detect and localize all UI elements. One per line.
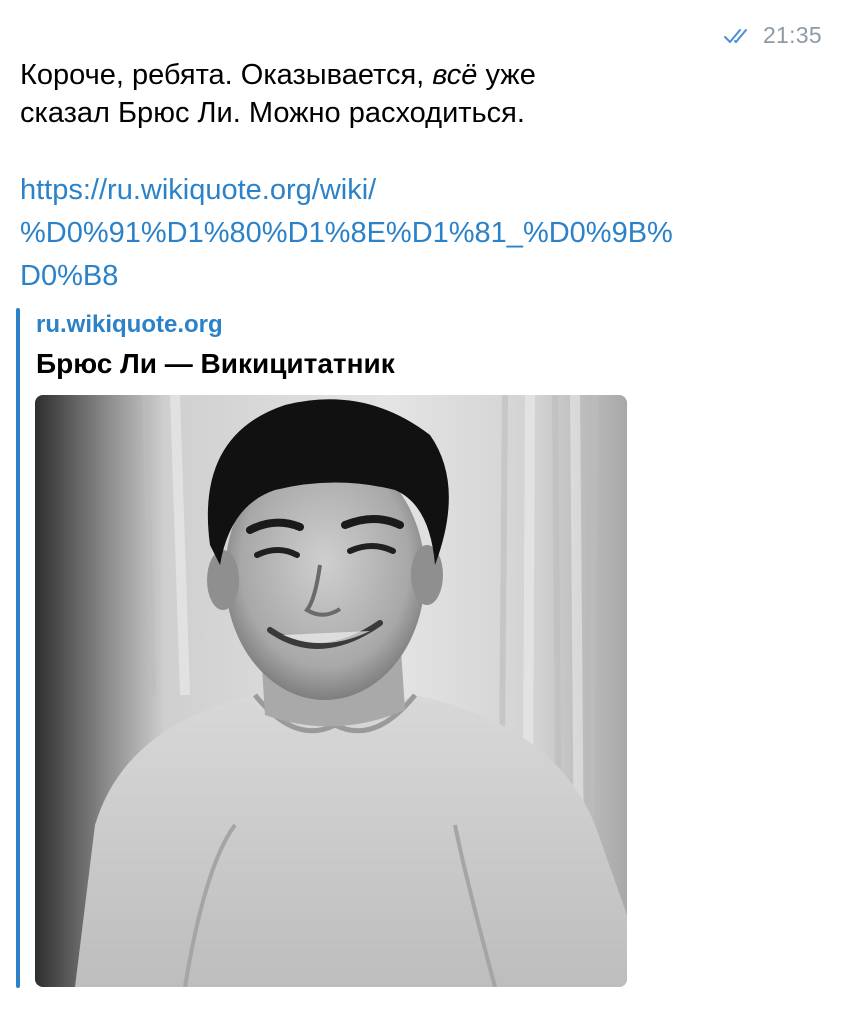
- message-text-start: Короче, ребята. Оказывается,: [20, 59, 433, 91]
- link-line-1: https://ru.wikiquote.org/wiki/: [20, 174, 377, 206]
- preview-accent-bar: [16, 308, 20, 988]
- message-text-italic: всё: [432, 59, 478, 91]
- message-text-line-2: сказал Брюс Ли. Можно расходиться.: [20, 97, 525, 129]
- message-text-line-1: Короче, ребята. Оказывается, всё уже: [20, 56, 536, 94]
- portrait-photo: [35, 395, 627, 987]
- preview-site-name: ru.wikiquote.org: [36, 311, 223, 338]
- preview-title: Брюс Ли — Викицитатник: [36, 348, 395, 379]
- double-check-icon: [723, 28, 747, 43]
- preview-image[interactable]: [35, 395, 627, 987]
- link-preview[interactable]: ru.wikiquote.org Брюс Ли — Викицитатник: [16, 308, 636, 988]
- message-link[interactable]: https://ru.wikiquote.org/wiki/ %D0%91%D1…: [20, 169, 673, 298]
- chat-message: 21:35 Короче, ребята. Оказывается, всё у…: [0, 0, 860, 1021]
- link-line-2: %D0%91%D1%80%D1%8E%D1%81_%D0%9B%: [20, 217, 673, 249]
- link-line-3: D0%B8: [20, 260, 119, 292]
- message-text-end: уже: [477, 59, 536, 91]
- message-text: Короче, ребята. Оказывается, всё уже ска…: [20, 56, 536, 132]
- message-time: 21:35: [762, 22, 822, 48]
- message-meta: 21:35: [723, 22, 822, 49]
